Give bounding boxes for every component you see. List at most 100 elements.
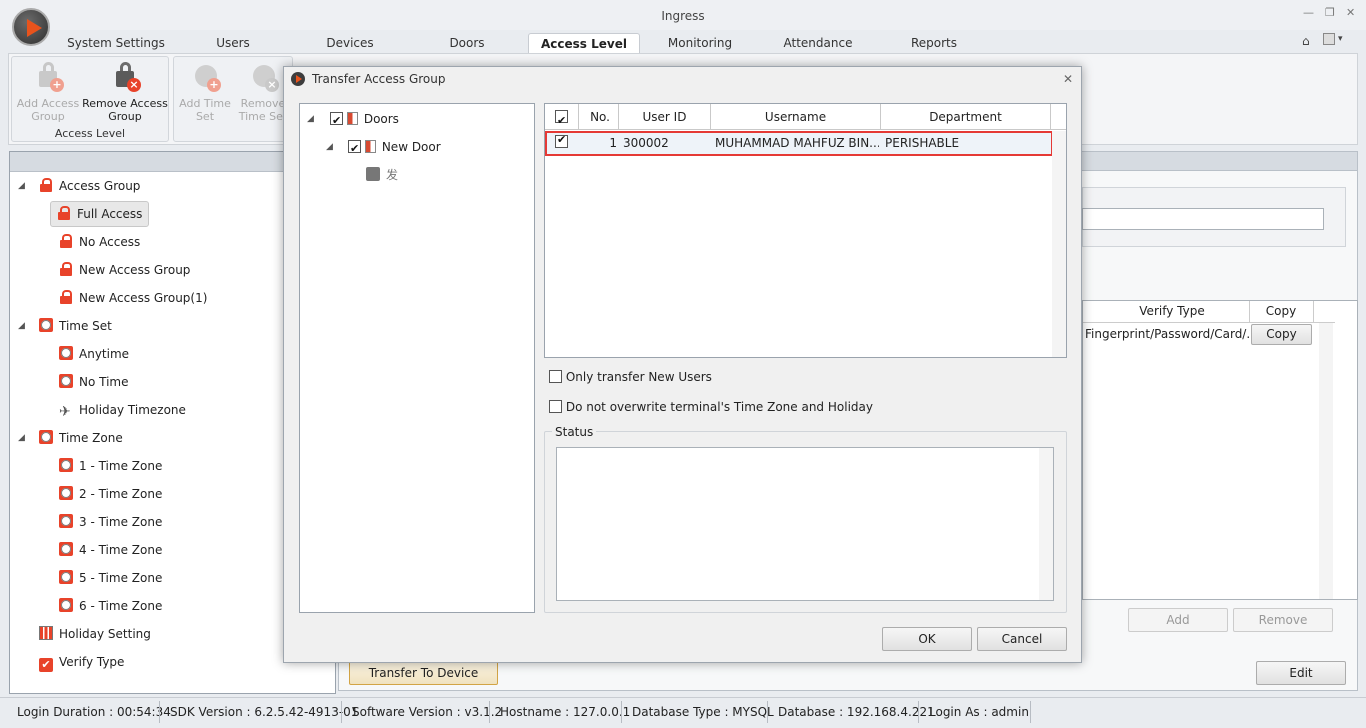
tree-time-set[interactable]: Time Set [39, 315, 112, 337]
tree-tz-1[interactable]: 1 - Time Zone [59, 455, 162, 477]
clock-icon [59, 486, 73, 500]
only-new-users-checkbox[interactable] [549, 370, 562, 383]
checkmark-icon: ✔ [39, 658, 53, 672]
tree-new-door[interactable]: New Door [348, 136, 441, 160]
dialog-title: Transfer Access Group [312, 72, 446, 86]
status-textbox[interactable] [556, 447, 1054, 601]
tab-devices[interactable]: Devices [318, 33, 382, 55]
tab-doors[interactable]: Doors [440, 33, 494, 55]
no-overwrite-checkbox[interactable] [549, 400, 562, 413]
tree-full-access[interactable]: Full Access [50, 201, 150, 227]
lock-icon [59, 262, 73, 276]
tab-users[interactable]: Users [204, 33, 262, 55]
new-door-checkbox[interactable] [348, 138, 361, 160]
edit-button[interactable]: Edit [1256, 661, 1346, 685]
tree-label: 2 - Time Zone [79, 487, 163, 501]
clock-icon [39, 430, 53, 444]
tree-label: Doors [363, 112, 399, 126]
user-grid: No. User ID Username Department 1 300002… [544, 103, 1067, 358]
tree-doors[interactable]: Doors [330, 108, 399, 132]
lock-icon [59, 290, 73, 304]
airplane-icon: ✈ [59, 404, 71, 420]
row-verify-type: Fingerprint/Password/Card/... [1085, 327, 1249, 341]
tree-label: Holiday Setting [59, 627, 151, 641]
tree-label: No Time [79, 375, 129, 389]
doors-checkbox[interactable] [330, 110, 343, 132]
no-overwrite-option[interactable]: Do not overwrite terminal's Time Zone an… [549, 400, 873, 414]
login-duration: Login Duration : 00:54:34 [17, 705, 171, 719]
tree-holiday-setting[interactable]: Holiday Setting [39, 623, 151, 645]
tree-anytime[interactable]: Anytime [59, 343, 129, 365]
clock-icon [59, 514, 73, 528]
add-access-group-label: Add Access Group [16, 97, 80, 123]
minimize-button[interactable]: — [1303, 6, 1314, 19]
tree-holiday-timezone[interactable]: ✈ Holiday Timezone [59, 399, 186, 421]
add-button[interactable]: Add [1128, 608, 1228, 632]
add-time-set-button[interactable]: + Add Time Set [176, 61, 234, 123]
select-all-checkbox[interactable] [555, 108, 568, 134]
tree-verify-type[interactable]: ✔ Verify Type [39, 651, 124, 673]
status-divider [341, 701, 342, 723]
tab-monitoring[interactable]: Monitoring [662, 33, 738, 55]
tree-label: New Access Group [79, 263, 191, 277]
database: Database : 192.168.4.221 [778, 705, 935, 719]
transfer-to-device-button[interactable]: Transfer To Device [349, 661, 498, 685]
expand-icon[interactable]: ◢ [18, 181, 25, 191]
no-overwrite-label: Do not overwrite terminal's Time Zone an… [565, 400, 873, 414]
tree-label: No Access [79, 235, 141, 249]
tab-attendance[interactable]: Attendance [778, 33, 858, 55]
tree-tz-5[interactable]: 5 - Time Zone [59, 567, 162, 589]
status-label: Status [552, 425, 597, 439]
tree-label: Anytime [79, 347, 130, 361]
name-input[interactable] [1082, 208, 1324, 230]
tree-tz-6[interactable]: 6 - Time Zone [59, 595, 162, 617]
tree-label: Time Set [59, 319, 112, 333]
col-verify-type: Verify Type [1139, 304, 1205, 318]
col-copy: Copy [1265, 304, 1297, 318]
tab-system-settings[interactable]: System Settings [64, 33, 168, 55]
tree-label: Full Access [77, 207, 143, 221]
tree-label: 3 - Time Zone [79, 515, 163, 529]
app-logo-icon[interactable] [12, 8, 50, 46]
scrollbar[interactable] [1319, 323, 1333, 599]
grid-divider [1249, 301, 1250, 323]
door-icon [346, 112, 358, 125]
tree-new-access-group-1[interactable]: New Access Group(1) [59, 287, 207, 309]
remove-access-group-label: Remove Access Group [82, 97, 168, 123]
tree-access-group[interactable]: Access Group [39, 175, 140, 197]
tree-tz-2[interactable]: 2 - Time Zone [59, 483, 162, 505]
dialog-close-button[interactable]: ✕ [1063, 67, 1073, 91]
login-as: Login As : admin [929, 705, 1029, 719]
tree-tz-4[interactable]: 4 - Time Zone [59, 539, 162, 561]
status-divider [918, 701, 919, 723]
remove-access-group-button[interactable]: × Remove Access Group [82, 61, 168, 123]
col-department: Department [881, 104, 1051, 130]
expand-icon[interactable]: ◢ [307, 114, 314, 124]
tree-device[interactable]: 发 [366, 164, 398, 186]
tree-label: 发 [386, 168, 399, 182]
tree-new-access-group[interactable]: New Access Group [59, 259, 190, 281]
tree-no-time[interactable]: No Time [59, 371, 129, 393]
ok-button[interactable]: OK [882, 627, 972, 651]
restore-button[interactable]: ❐ [1325, 6, 1335, 19]
clock-icon [59, 374, 73, 388]
scrollbar[interactable] [1039, 448, 1053, 600]
add-access-group-button[interactable]: + Add Access Group [14, 61, 82, 123]
tab-reports[interactable]: Reports [902, 33, 966, 55]
tree-no-access[interactable]: No Access [59, 231, 140, 253]
expand-icon[interactable]: ◢ [18, 433, 25, 443]
tree-tz-3[interactable]: 3 - Time Zone [59, 511, 162, 533]
tree-label: 6 - Time Zone [79, 599, 163, 613]
tab-access-level[interactable]: Access Level [528, 33, 640, 55]
close-button[interactable]: ✕ [1346, 6, 1355, 19]
scrollbar[interactable] [1052, 131, 1066, 357]
lock-icon [39, 178, 53, 192]
only-new-users-option[interactable]: Only transfer New Users [549, 370, 712, 384]
tree-label: New Access Group(1) [79, 291, 208, 305]
expand-icon[interactable]: ◢ [18, 321, 25, 331]
copy-button[interactable]: Copy [1251, 324, 1312, 345]
tree-time-zone[interactable]: Time Zone [39, 427, 123, 449]
cancel-button[interactable]: Cancel [977, 627, 1067, 651]
remove-button[interactable]: Remove [1233, 608, 1333, 632]
expand-icon[interactable]: ◢ [326, 142, 333, 152]
